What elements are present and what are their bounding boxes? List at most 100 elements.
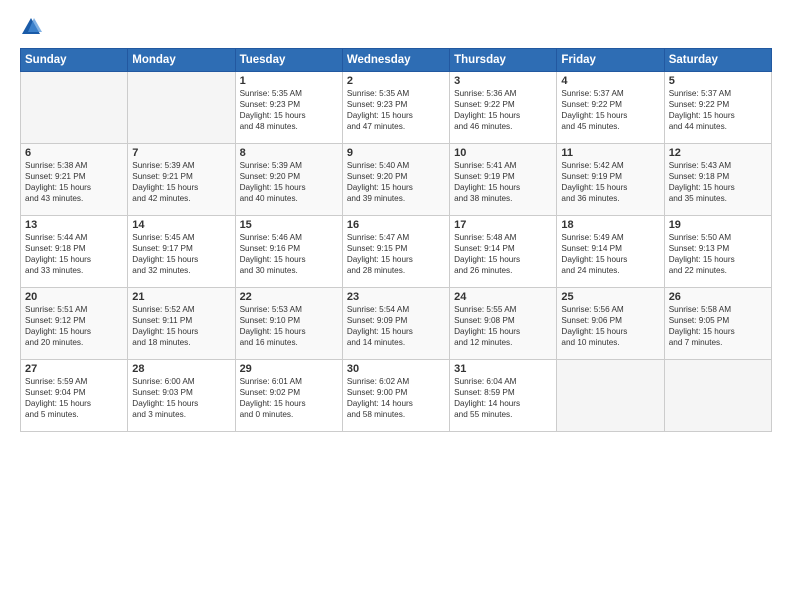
day-number: 31 xyxy=(454,363,552,375)
day-info: Sunrise: 5:49 AMSunset: 9:14 PMDaylight:… xyxy=(561,232,659,276)
day-info: Sunrise: 5:45 AMSunset: 9:17 PMDaylight:… xyxy=(132,232,230,276)
day-number: 1 xyxy=(240,75,338,87)
calendar-header: SundayMondayTuesdayWednesdayThursdayFrid… xyxy=(21,49,772,72)
day-info: Sunrise: 5:55 AMSunset: 9:08 PMDaylight:… xyxy=(454,304,552,348)
day-info: Sunrise: 5:37 AMSunset: 9:22 PMDaylight:… xyxy=(669,88,767,132)
day-info: Sunrise: 5:41 AMSunset: 9:19 PMDaylight:… xyxy=(454,160,552,204)
day-cell: 3Sunrise: 5:36 AMSunset: 9:22 PMDaylight… xyxy=(450,72,557,144)
day-number: 3 xyxy=(454,75,552,87)
day-number: 11 xyxy=(561,147,659,159)
day-cell: 16Sunrise: 5:47 AMSunset: 9:15 PMDayligh… xyxy=(342,216,449,288)
day-info: Sunrise: 5:46 AMSunset: 9:16 PMDaylight:… xyxy=(240,232,338,276)
page: SundayMondayTuesdayWednesdayThursdayFrid… xyxy=(0,0,792,612)
header-cell-monday: Monday xyxy=(128,49,235,72)
day-info: Sunrise: 5:40 AMSunset: 9:20 PMDaylight:… xyxy=(347,160,445,204)
day-info: Sunrise: 6:01 AMSunset: 9:02 PMDaylight:… xyxy=(240,376,338,420)
day-info: Sunrise: 5:43 AMSunset: 9:18 PMDaylight:… xyxy=(669,160,767,204)
day-cell: 21Sunrise: 5:52 AMSunset: 9:11 PMDayligh… xyxy=(128,288,235,360)
day-number: 18 xyxy=(561,219,659,231)
day-cell: 27Sunrise: 5:59 AMSunset: 9:04 PMDayligh… xyxy=(21,360,128,432)
day-info: Sunrise: 6:02 AMSunset: 9:00 PMDaylight:… xyxy=(347,376,445,420)
day-number: 10 xyxy=(454,147,552,159)
day-number: 20 xyxy=(25,291,123,303)
header xyxy=(20,16,772,38)
day-number: 19 xyxy=(669,219,767,231)
day-info: Sunrise: 5:35 AMSunset: 9:23 PMDaylight:… xyxy=(240,88,338,132)
header-cell-wednesday: Wednesday xyxy=(342,49,449,72)
day-number: 16 xyxy=(347,219,445,231)
day-number: 24 xyxy=(454,291,552,303)
day-cell: 29Sunrise: 6:01 AMSunset: 9:02 PMDayligh… xyxy=(235,360,342,432)
day-number: 14 xyxy=(132,219,230,231)
day-cell xyxy=(21,72,128,144)
header-cell-friday: Friday xyxy=(557,49,664,72)
day-info: Sunrise: 5:56 AMSunset: 9:06 PMDaylight:… xyxy=(561,304,659,348)
day-info: Sunrise: 5:53 AMSunset: 9:10 PMDaylight:… xyxy=(240,304,338,348)
week-row-0: 1Sunrise: 5:35 AMSunset: 9:23 PMDaylight… xyxy=(21,72,772,144)
day-info: Sunrise: 6:00 AMSunset: 9:03 PMDaylight:… xyxy=(132,376,230,420)
day-cell: 23Sunrise: 5:54 AMSunset: 9:09 PMDayligh… xyxy=(342,288,449,360)
day-number: 2 xyxy=(347,75,445,87)
day-cell: 10Sunrise: 5:41 AMSunset: 9:19 PMDayligh… xyxy=(450,144,557,216)
day-number: 26 xyxy=(669,291,767,303)
day-cell: 31Sunrise: 6:04 AMSunset: 8:59 PMDayligh… xyxy=(450,360,557,432)
day-cell: 14Sunrise: 5:45 AMSunset: 9:17 PMDayligh… xyxy=(128,216,235,288)
day-number: 30 xyxy=(347,363,445,375)
day-info: Sunrise: 5:54 AMSunset: 9:09 PMDaylight:… xyxy=(347,304,445,348)
logo-icon xyxy=(20,16,42,38)
day-cell: 25Sunrise: 5:56 AMSunset: 9:06 PMDayligh… xyxy=(557,288,664,360)
day-info: Sunrise: 5:36 AMSunset: 9:22 PMDaylight:… xyxy=(454,88,552,132)
header-row: SundayMondayTuesdayWednesdayThursdayFrid… xyxy=(21,49,772,72)
day-info: Sunrise: 5:44 AMSunset: 9:18 PMDaylight:… xyxy=(25,232,123,276)
day-number: 5 xyxy=(669,75,767,87)
day-info: Sunrise: 5:38 AMSunset: 9:21 PMDaylight:… xyxy=(25,160,123,204)
day-cell: 18Sunrise: 5:49 AMSunset: 9:14 PMDayligh… xyxy=(557,216,664,288)
day-cell: 4Sunrise: 5:37 AMSunset: 9:22 PMDaylight… xyxy=(557,72,664,144)
day-number: 22 xyxy=(240,291,338,303)
day-number: 28 xyxy=(132,363,230,375)
day-number: 8 xyxy=(240,147,338,159)
day-number: 25 xyxy=(561,291,659,303)
day-cell: 2Sunrise: 5:35 AMSunset: 9:23 PMDaylight… xyxy=(342,72,449,144)
day-cell: 28Sunrise: 6:00 AMSunset: 9:03 PMDayligh… xyxy=(128,360,235,432)
day-number: 4 xyxy=(561,75,659,87)
day-info: Sunrise: 5:58 AMSunset: 9:05 PMDaylight:… xyxy=(669,304,767,348)
logo xyxy=(20,16,46,38)
day-cell: 26Sunrise: 5:58 AMSunset: 9:05 PMDayligh… xyxy=(664,288,771,360)
day-cell: 9Sunrise: 5:40 AMSunset: 9:20 PMDaylight… xyxy=(342,144,449,216)
day-cell: 24Sunrise: 5:55 AMSunset: 9:08 PMDayligh… xyxy=(450,288,557,360)
day-number: 21 xyxy=(132,291,230,303)
day-info: Sunrise: 5:50 AMSunset: 9:13 PMDaylight:… xyxy=(669,232,767,276)
day-cell: 13Sunrise: 5:44 AMSunset: 9:18 PMDayligh… xyxy=(21,216,128,288)
day-cell: 17Sunrise: 5:48 AMSunset: 9:14 PMDayligh… xyxy=(450,216,557,288)
day-info: Sunrise: 5:37 AMSunset: 9:22 PMDaylight:… xyxy=(561,88,659,132)
day-info: Sunrise: 5:47 AMSunset: 9:15 PMDaylight:… xyxy=(347,232,445,276)
day-cell: 20Sunrise: 5:51 AMSunset: 9:12 PMDayligh… xyxy=(21,288,128,360)
day-info: Sunrise: 5:59 AMSunset: 9:04 PMDaylight:… xyxy=(25,376,123,420)
day-number: 12 xyxy=(669,147,767,159)
day-cell xyxy=(557,360,664,432)
day-number: 27 xyxy=(25,363,123,375)
day-info: Sunrise: 5:35 AMSunset: 9:23 PMDaylight:… xyxy=(347,88,445,132)
week-row-3: 20Sunrise: 5:51 AMSunset: 9:12 PMDayligh… xyxy=(21,288,772,360)
day-number: 13 xyxy=(25,219,123,231)
day-number: 6 xyxy=(25,147,123,159)
day-info: Sunrise: 5:39 AMSunset: 9:20 PMDaylight:… xyxy=(240,160,338,204)
day-cell: 15Sunrise: 5:46 AMSunset: 9:16 PMDayligh… xyxy=(235,216,342,288)
day-number: 17 xyxy=(454,219,552,231)
week-row-2: 13Sunrise: 5:44 AMSunset: 9:18 PMDayligh… xyxy=(21,216,772,288)
day-cell: 12Sunrise: 5:43 AMSunset: 9:18 PMDayligh… xyxy=(664,144,771,216)
day-info: Sunrise: 5:52 AMSunset: 9:11 PMDaylight:… xyxy=(132,304,230,348)
day-number: 9 xyxy=(347,147,445,159)
calendar: SundayMondayTuesdayWednesdayThursdayFrid… xyxy=(20,48,772,432)
day-cell: 7Sunrise: 5:39 AMSunset: 9:21 PMDaylight… xyxy=(128,144,235,216)
day-number: 15 xyxy=(240,219,338,231)
day-number: 23 xyxy=(347,291,445,303)
day-cell: 1Sunrise: 5:35 AMSunset: 9:23 PMDaylight… xyxy=(235,72,342,144)
day-cell: 11Sunrise: 5:42 AMSunset: 9:19 PMDayligh… xyxy=(557,144,664,216)
header-cell-tuesday: Tuesday xyxy=(235,49,342,72)
day-info: Sunrise: 6:04 AMSunset: 8:59 PMDaylight:… xyxy=(454,376,552,420)
header-cell-thursday: Thursday xyxy=(450,49,557,72)
day-number: 29 xyxy=(240,363,338,375)
day-info: Sunrise: 5:48 AMSunset: 9:14 PMDaylight:… xyxy=(454,232,552,276)
